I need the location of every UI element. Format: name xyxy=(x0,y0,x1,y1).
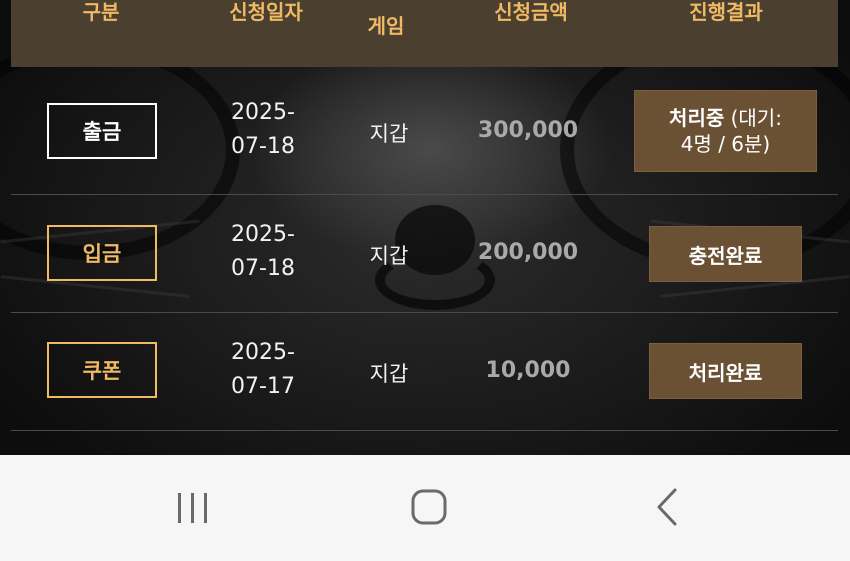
recent-apps-button[interactable] xyxy=(162,477,222,537)
table-row: 출금 2025- 07-18 지갑 300,000 처리중 (대기: 4명 / … xyxy=(11,78,838,195)
request-amount: 10,000 xyxy=(485,358,571,383)
result-status-button[interactable]: 처리중 (대기: 4명 / 6분) xyxy=(634,90,817,172)
header-date: 신청일자 xyxy=(229,0,303,24)
transaction-history-screen: 구분 신청일자 게임 신청금액 진행결과 출금 2025- 07-18 지갑 3… xyxy=(0,0,850,455)
home-button[interactable] xyxy=(400,477,460,537)
result-status-line1: 처리중 (대기: xyxy=(669,105,782,131)
header-type: 구분 xyxy=(82,0,120,24)
system-navigation-bar xyxy=(0,455,850,561)
recent-apps-icon xyxy=(178,493,207,523)
result-status-button[interactable]: 처리완료 xyxy=(649,343,802,399)
game-name: 지갑 xyxy=(369,122,409,146)
home-icon xyxy=(411,489,447,525)
table-row: 쿠폰 2025- 07-17 지갑 10,000 처리완료 xyxy=(11,314,838,431)
game-name: 지갑 xyxy=(369,244,409,268)
request-date: 2025- 07-18 xyxy=(223,96,303,164)
header-result: 진행결과 xyxy=(689,0,763,24)
result-status-label: 처리중 xyxy=(669,106,725,130)
type-badge-coupon: 쿠폰 xyxy=(47,342,157,398)
type-badge-withdraw: 출금 xyxy=(47,103,157,159)
request-amount: 300,000 xyxy=(477,118,579,143)
back-button[interactable] xyxy=(638,477,698,537)
request-amount: 200,000 xyxy=(477,240,579,265)
result-status-button[interactable]: 충전완료 xyxy=(649,226,802,282)
back-icon xyxy=(657,488,677,526)
result-queue-detail: 4명 / 6분) xyxy=(680,132,771,156)
date-year: 2025- xyxy=(231,222,295,247)
date-monthday: 07-18 xyxy=(231,134,295,159)
header-amount: 신청금액 xyxy=(494,0,568,24)
date-year: 2025- xyxy=(231,100,295,125)
request-date: 2025- 07-18 xyxy=(223,218,303,286)
header-game: 게임 xyxy=(367,14,405,38)
type-badge-deposit: 입금 xyxy=(47,225,157,281)
date-year: 2025- xyxy=(231,340,295,365)
request-date: 2025- 07-17 xyxy=(223,336,303,404)
game-name: 지갑 xyxy=(369,362,409,386)
table-row: 입금 2025- 07-18 지갑 200,000 충전완료 xyxy=(11,196,838,313)
table-header: 구분 신청일자 게임 신청금액 진행결과 xyxy=(11,0,838,67)
result-queue-label: (대기: xyxy=(724,106,782,130)
date-monthday: 07-18 xyxy=(231,256,295,281)
date-monthday: 07-17 xyxy=(231,374,295,399)
